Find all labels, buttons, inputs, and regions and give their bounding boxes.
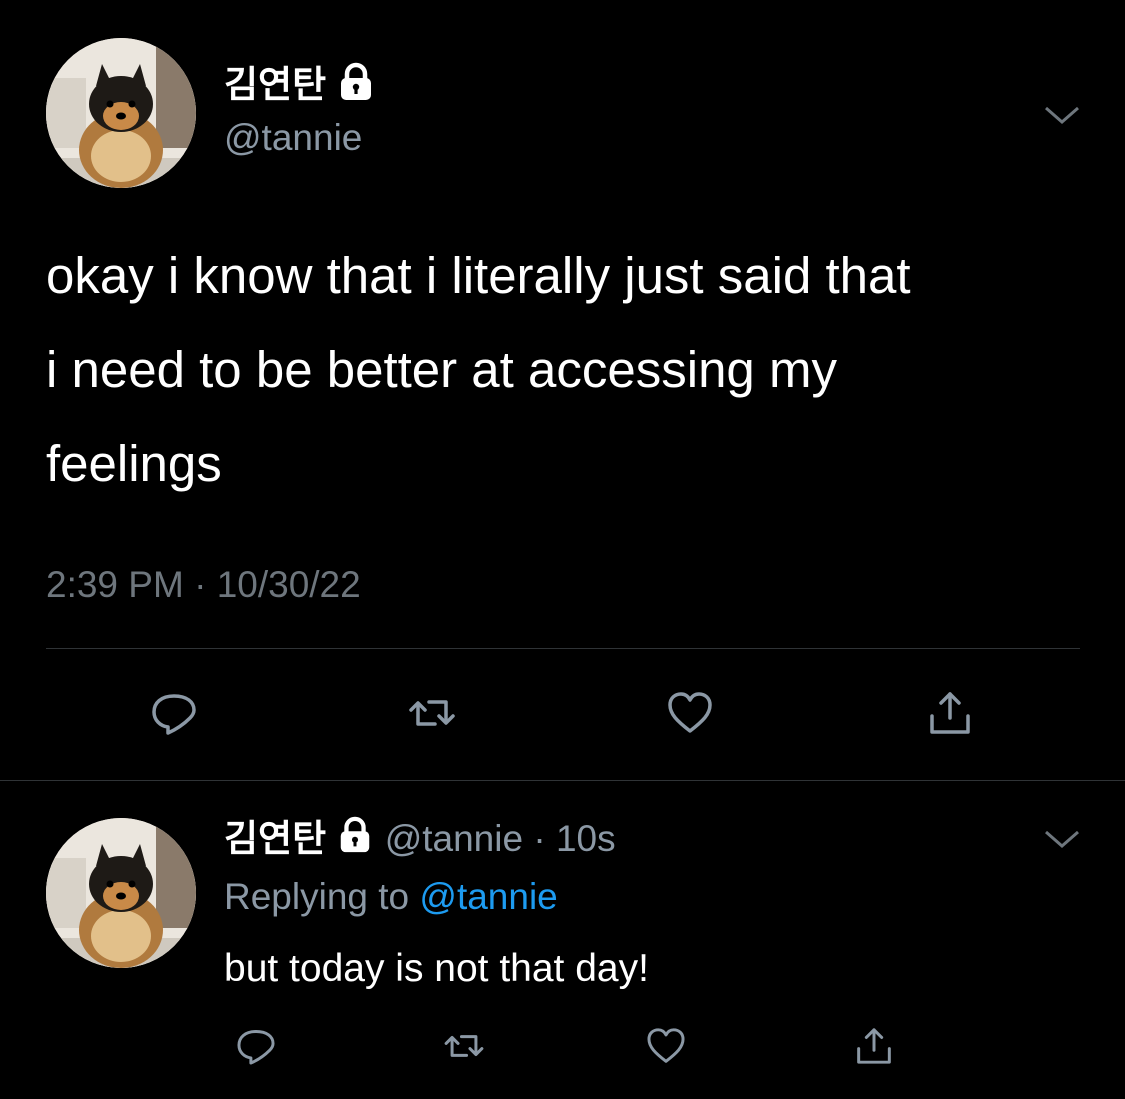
heart-icon (668, 692, 712, 733)
comment-bubble-icon (237, 1030, 275, 1065)
share-icon (930, 692, 970, 734)
tweet-time: 2:39 PM (46, 564, 184, 605)
divider (46, 648, 1080, 649)
reply-button[interactable] (144, 683, 204, 743)
tweet-text: okay i know that i literally just said t… (46, 244, 1106, 495)
heart-icon (647, 1028, 685, 1063)
main-handle[interactable]: @tannie (224, 116, 362, 160)
reply-text: but today is not that day! (224, 947, 649, 990)
tweet-text-line: i need to be better at accessing my (46, 341, 837, 398)
share-button[interactable] (844, 1016, 904, 1076)
meta-separator: · (523, 818, 556, 859)
retweet-button[interactable] (402, 683, 462, 743)
lock-icon (336, 816, 374, 867)
comment-bubble-icon (152, 694, 196, 735)
reply-avatar[interactable] (46, 818, 196, 968)
display-name[interactable]: 김연탄 (224, 64, 326, 105)
reply-header: 김연탄 @tannie · 10s (224, 814, 616, 867)
tweet-timestamp[interactable]: 2:39 PM · 10/30/22 (46, 560, 361, 610)
retweet-icon (444, 1035, 484, 1057)
replying-prefix: Replying to (224, 876, 420, 917)
like-button[interactable] (636, 1016, 696, 1076)
retweet-icon (409, 700, 455, 726)
tweet-separator (0, 780, 1125, 781)
display-name[interactable]: 김연탄 (224, 818, 326, 859)
reply-button[interactable] (226, 1016, 286, 1076)
tweet-text-line: feelings (46, 435, 222, 492)
tweet-text-line: okay i know that i literally just said t… (46, 247, 911, 304)
replying-to: Replying to @tannie (224, 872, 558, 922)
main-display-name-row: 김연탄 (224, 62, 376, 112)
main-avatar[interactable] (46, 38, 196, 188)
lock-icon (336, 62, 376, 112)
avatar-dog-picture (46, 818, 196, 968)
chevron-down-icon[interactable] (1040, 824, 1084, 854)
chevron-down-icon[interactable] (1040, 100, 1084, 130)
meta-separator: · (183, 564, 217, 605)
avatar-dog-picture (46, 38, 196, 188)
share-button[interactable] (920, 683, 980, 743)
retweet-button[interactable] (434, 1016, 494, 1076)
like-button[interactable] (660, 683, 720, 743)
reply-age: 10s (555, 818, 616, 859)
replying-mention-link[interactable]: @tannie (419, 876, 557, 917)
share-icon (857, 1028, 891, 1064)
tweet-date: 10/30/22 (216, 564, 361, 605)
reply-handle[interactable]: @tannie (385, 818, 523, 859)
